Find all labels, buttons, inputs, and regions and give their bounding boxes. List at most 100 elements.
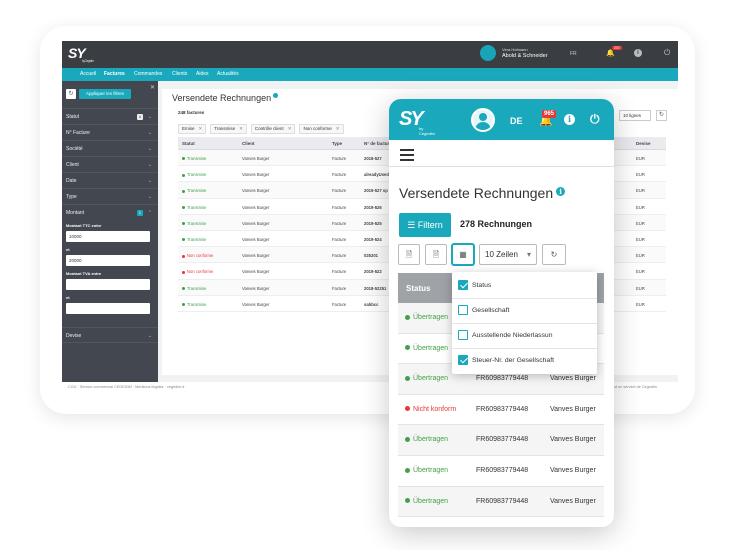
invoice-number-cell: FR60983779448 (476, 405, 529, 413)
language-select[interactable]: FR (570, 51, 577, 57)
desktop-topbar: SY by Cegedim Vera Hofmann Abold & Schnei… (62, 41, 678, 68)
user-menu[interactable]: Vera Hofmann Abold & Schneider (480, 45, 548, 61)
hamburger-menu-icon[interactable] (400, 149, 414, 164)
type-cell: Facture (332, 156, 347, 161)
devise-cell: EUR (636, 253, 645, 259)
devise-cell: EUR (636, 156, 645, 161)
montant-ttc-from-input[interactable]: 10000 (66, 231, 150, 242)
montant-tva-to-input[interactable] (66, 303, 150, 314)
column-option-niederlassung[interactable]: Ausstellende Niederlassun (458, 330, 552, 342)
avatar (480, 45, 496, 61)
col-statut[interactable]: Statut (182, 141, 195, 146)
devise-cell: EUR (636, 204, 645, 210)
nav-item-commandes[interactable]: Commandes (134, 71, 162, 77)
nav-item-actualites[interactable]: Actualités (217, 71, 239, 77)
col-client[interactable]: Client (242, 141, 255, 146)
status-cell: Transmise (182, 156, 206, 161)
status-cell: Übertragen (405, 345, 448, 352)
info-icon[interactable]: i (634, 49, 642, 57)
nav-item-clients[interactable]: Clients (172, 71, 187, 77)
client-cell: Vanves Burger (242, 269, 270, 275)
client-cell: Vanves Burger (242, 156, 270, 161)
power-icon[interactable]: ⏻ (590, 112, 600, 127)
column-option-status[interactable]: Status (458, 280, 491, 292)
status-cell: Nicht konform (405, 406, 456, 413)
refresh-icon[interactable]: ↻ (656, 110, 667, 121)
mobile-logo[interactable]: SY by Cegedim (399, 108, 435, 136)
chip-emise[interactable]: Emise ✕ (178, 124, 207, 134)
montant-ttc-label: Montant TTC entre (66, 223, 102, 228)
footer-links[interactable]: CGU · Service commercial CEGEDIM · Menti… (68, 385, 185, 389)
col-numero[interactable]: N° de factur (364, 141, 389, 146)
montant-tva-label: Montant TVA entre (66, 271, 102, 276)
column-option-gesellschaft[interactable]: Gesellschaft (458, 305, 509, 317)
nav-item-factures[interactable]: Factures (104, 71, 125, 77)
status-cell: Übertragen (405, 498, 448, 505)
filter-client[interactable]: Client ⌄ (62, 156, 158, 172)
desktop-nav: Accueil Factures Commandes Clients Aides… (62, 68, 678, 81)
chip-controle-client[interactable]: Contrôle client ✕ (250, 124, 296, 134)
refresh-filters-button[interactable]: ↻ (66, 89, 76, 99)
invoice-number-cell: FR60983779448 (476, 466, 529, 474)
type-cell: Facture (332, 269, 347, 275)
filter-type[interactable]: Type ⌄ (62, 188, 158, 204)
info-icon[interactable]: i (564, 114, 575, 125)
client-cell: Vanves Burger (550, 497, 596, 505)
filter-button[interactable]: ☰ Filtern (399, 213, 451, 237)
user-company: Abold & Schneider (502, 53, 548, 59)
col-type[interactable]: Type (332, 141, 342, 146)
apply-filters-button[interactable]: Appliquer les filtres (79, 89, 131, 99)
status-cell: Transmise (182, 221, 206, 226)
columns-icon[interactable]: ▦ (452, 244, 474, 265)
invoice-count: 278 Rechnungen (460, 219, 533, 229)
chip-non-conforme[interactable]: Non conforme ✕ (299, 124, 344, 134)
column-option-steuer-nr[interactable]: Steuer-Nr. der Gesellschaft (458, 355, 554, 367)
table-row[interactable]: ÜbertragenFR60983779448Vanves Burger (398, 455, 604, 487)
devise-cell: EUR (636, 269, 645, 275)
client-cell: Vanves Burger (242, 301, 270, 307)
excel-export-icon[interactable]: 🗎 (425, 244, 447, 265)
filter-montant[interactable]: Montant 1 ⌃ (62, 204, 158, 220)
montant-tva-from-input[interactable] (66, 279, 150, 290)
status-cell: Transmise (182, 302, 206, 307)
number-cell: 2019-526 (364, 204, 382, 210)
table-row[interactable]: Nicht konform FR60983779448 Vanves Burger (398, 394, 604, 426)
devise-cell: EUR (636, 172, 645, 178)
filter-sidebar: ↻ Appliquer les filtres ✕ Statut 4 ⌄ N° Fa… (62, 81, 158, 394)
rows-per-page-select[interactable]: 10 Zeilen ▾ (479, 244, 537, 265)
bell-icon[interactable]: 🔔 (606, 49, 615, 57)
power-icon[interactable]: ⏻ (664, 48, 670, 58)
devise-cell: EUR (636, 301, 645, 307)
table-row[interactable]: ÜbertragenFR60983779448Vanves Burger (398, 517, 604, 527)
number-cell: 2019-522 (364, 269, 382, 275)
col-devise[interactable]: Devise (636, 141, 651, 146)
montant-ttc-to-input[interactable]: 20000 (66, 255, 150, 266)
filter-devise[interactable]: Devise ⌄ (62, 327, 158, 343)
filter-statut[interactable]: Statut 4 ⌄ (62, 108, 158, 124)
chip-transmise[interactable]: Transmise ✕ (210, 124, 247, 134)
desktop-logo[interactable]: SY by Cegedim (68, 45, 94, 64)
client-cell: Vanves Burger (242, 285, 270, 291)
et-label-2: et (66, 295, 70, 300)
notification-badge: 965 (542, 110, 557, 118)
table-row[interactable]: ÜbertragenFR60983779448Vanves Burger (398, 486, 604, 518)
nav-item-aides[interactable]: Aides (196, 71, 209, 77)
nav-item-accueil[interactable]: Accueil (80, 71, 96, 77)
table-row[interactable]: ÜbertragenFR60983779448Vanves Burger (398, 425, 604, 456)
status-cell: Non conforme (182, 253, 213, 258)
info-icon (273, 93, 279, 98)
filter-societe[interactable]: Société ⌄ (62, 140, 158, 156)
type-cell: Facture (332, 172, 347, 178)
client-cell: Vanves Burger (550, 375, 596, 383)
refresh-icon[interactable]: ↻ (542, 244, 566, 265)
language-select[interactable]: DE (510, 116, 523, 126)
filter-numero[interactable]: N° Facture ⌄ (62, 124, 158, 140)
avatar[interactable] (471, 108, 495, 132)
status-cell: Non conforme (182, 269, 213, 274)
rows-per-page-select[interactable]: 10 lignes (619, 110, 651, 121)
pdf-export-icon[interactable]: 🗎 (398, 244, 420, 265)
client-cell: Vanves Burger (550, 466, 596, 474)
close-icon[interactable]: ✕ (150, 84, 155, 91)
page-title: Versendete Rechnungen (172, 93, 279, 103)
filter-date[interactable]: Date ⌄ (62, 172, 158, 188)
